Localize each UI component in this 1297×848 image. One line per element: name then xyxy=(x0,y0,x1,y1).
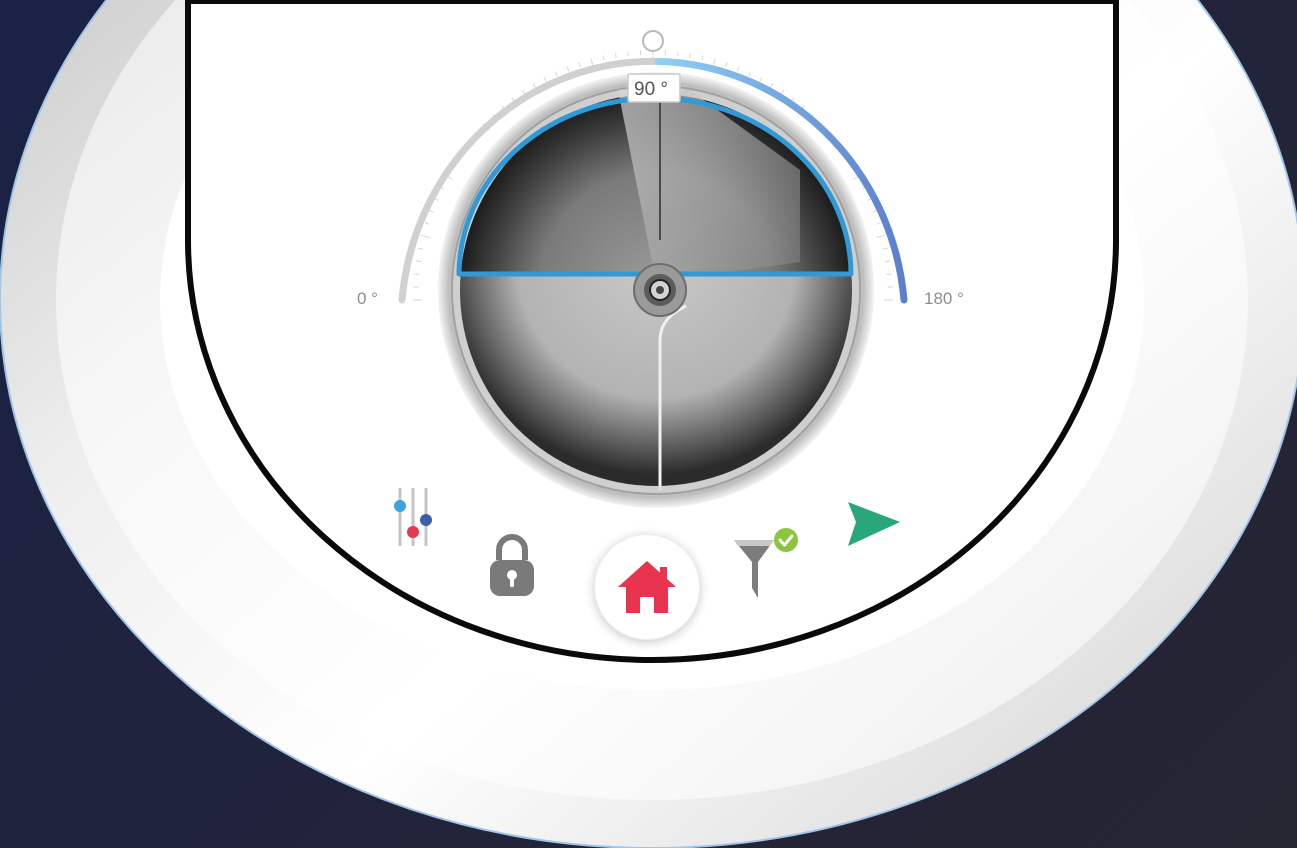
lock-button[interactable] xyxy=(484,530,540,600)
min-angle-label: 0 ° xyxy=(357,289,378,308)
filter-button[interactable] xyxy=(726,526,808,606)
home-button[interactable] xyxy=(594,534,700,640)
angle-handle[interactable] xyxy=(642,30,664,52)
check-badge-icon xyxy=(774,528,798,552)
play-button[interactable] xyxy=(840,498,906,554)
center-hub xyxy=(633,263,687,317)
scale-tick xyxy=(886,273,892,275)
scale-tick xyxy=(615,53,617,59)
dial-display: 0 ° 180 ° 90 ° xyxy=(0,0,1297,848)
scale-tick xyxy=(677,51,679,57)
settings-button[interactable] xyxy=(388,484,438,550)
play-icon xyxy=(848,502,900,546)
filter-check-icon xyxy=(734,528,798,598)
scale-tick xyxy=(414,273,420,275)
scale-tick xyxy=(627,51,629,57)
sliders-icon xyxy=(394,488,432,546)
scale-tick xyxy=(689,53,691,59)
max-angle-label: 180 ° xyxy=(924,289,964,308)
home-icon xyxy=(618,561,676,613)
angle-readout: 90 ° xyxy=(627,73,681,103)
app-stage: 0 ° 180 ° 90 ° xyxy=(0,0,1297,848)
angle-readout-text: 90 ° xyxy=(634,79,668,100)
lock-icon xyxy=(490,534,534,596)
